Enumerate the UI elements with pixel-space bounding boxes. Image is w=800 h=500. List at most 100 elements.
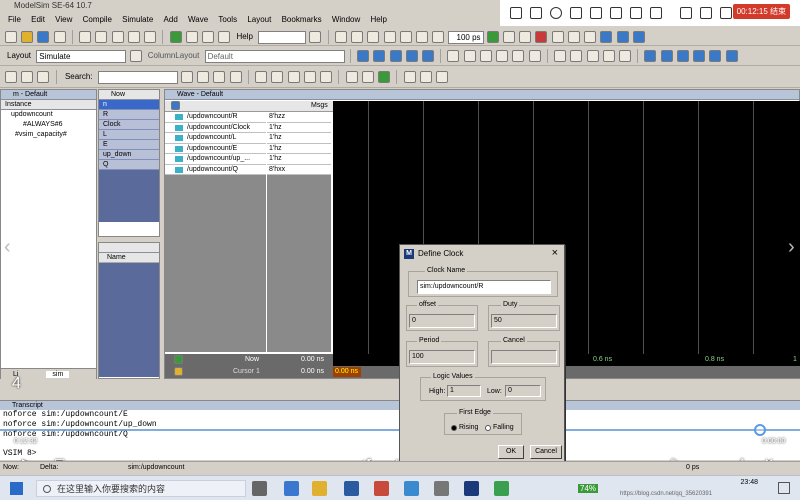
layout-select[interactable]: Simulate (36, 49, 127, 63)
battery-indicator[interactable]: 74% (578, 484, 599, 493)
copy-icon[interactable] (95, 31, 108, 43)
help-search-icon[interactable] (309, 31, 322, 43)
cursor-delete-icon[interactable] (479, 50, 492, 62)
text-icon[interactable] (590, 7, 602, 19)
memory-icon[interactable] (616, 31, 629, 43)
list-icon[interactable] (218, 31, 231, 43)
speaker-icon[interactable] (680, 7, 692, 19)
redo-icon[interactable] (144, 31, 157, 43)
objects-column-now[interactable]: Now (111, 91, 125, 98)
prev-arrow-icon[interactable]: ‹ (4, 236, 11, 259)
paste-icon[interactable] (111, 31, 124, 43)
cursor-lock-icon[interactable] (496, 50, 509, 62)
collapse-all-icon[interactable] (419, 71, 432, 83)
wave-signal-name[interactable]: /updowncount/R (165, 112, 266, 123)
rising-radio[interactable] (451, 425, 457, 431)
step-back-icon[interactable] (367, 31, 380, 43)
close-icon[interactable]: × (552, 248, 558, 259)
save-icon[interactable] (37, 31, 50, 43)
bookmark-icon[interactable] (512, 50, 525, 62)
circle-icon[interactable] (550, 7, 562, 19)
zoom-range-icon[interactable] (320, 71, 333, 83)
step-signal-icon[interactable] (5, 71, 17, 83)
collapse-icon[interactable] (725, 50, 738, 62)
camera-icon[interactable] (720, 7, 732, 19)
menu-layout[interactable]: Layout (247, 15, 271, 24)
wave-signal-name[interactable]: /updowncount/L (165, 133, 266, 144)
signal-move-icon[interactable] (405, 50, 418, 62)
cancel-button[interactable]: Cancel (530, 445, 562, 459)
menu-add[interactable]: Add (164, 15, 178, 24)
cursor-add-icon[interactable] (463, 50, 476, 62)
signal-add-icon[interactable] (357, 50, 370, 62)
find-rising-edge-icon[interactable] (693, 50, 706, 62)
step-signal-back-icon[interactable] (21, 71, 34, 83)
chevron-down-icon[interactable] (129, 50, 142, 62)
restart-icon[interactable] (351, 31, 364, 43)
search-next-icon[interactable] (213, 71, 226, 83)
menu-wave[interactable]: Wave (188, 15, 208, 24)
video-progress-knob[interactable] (754, 424, 766, 436)
object-item[interactable]: up_down (99, 150, 159, 160)
wave-signal-name[interactable]: /updowncount/up_... (165, 154, 266, 165)
menu-edit[interactable]: Edit (31, 15, 45, 24)
signal-insert-icon[interactable] (373, 50, 386, 62)
wave-menu-icon[interactable] (171, 101, 180, 111)
cursor-marker[interactable]: 0.00 ns (333, 367, 361, 377)
taskbar-clock[interactable]: 23:48 (740, 478, 758, 488)
object-item[interactable]: Clock (99, 120, 159, 130)
sync-icon[interactable] (528, 50, 541, 62)
help-search-input[interactable] (258, 30, 307, 44)
object-item[interactable]: R (99, 110, 159, 120)
instance-column-header[interactable]: Instance (1, 100, 96, 110)
find-next-edge-icon[interactable] (660, 50, 673, 62)
tree-item-updowncount[interactable]: updowncount (1, 110, 96, 120)
cut-icon[interactable] (79, 31, 92, 43)
high-input[interactable]: 1 (447, 385, 481, 397)
break-icon[interactable] (334, 31, 347, 43)
expand-icon[interactable] (709, 50, 722, 62)
file-explorer-icon[interactable] (312, 481, 327, 496)
wave-format-icon[interactable] (345, 71, 358, 83)
app-green-icon[interactable] (494, 481, 509, 496)
run-length-input[interactable]: 100 ps (447, 30, 484, 44)
windows-start-icon[interactable] (10, 482, 23, 495)
find-icon[interactable] (185, 31, 198, 43)
expand-all-icon[interactable] (403, 71, 416, 83)
step-out-icon[interactable] (584, 31, 597, 43)
app-gray-icon[interactable] (434, 481, 449, 496)
run-all-icon[interactable] (519, 31, 532, 43)
falling-radio[interactable] (485, 425, 491, 431)
compile-icon[interactable] (169, 31, 182, 43)
dataflow-icon[interactable] (632, 31, 645, 43)
period-input[interactable]: 100 (409, 350, 475, 364)
select-mode-icon[interactable] (554, 50, 567, 62)
menu-bookmarks[interactable]: Bookmarks (282, 15, 322, 24)
performance-icon[interactable] (600, 31, 613, 43)
recording-stop-button[interactable]: 00:12:15 结束 (732, 4, 790, 19)
menu-compile[interactable]: Compile (83, 15, 112, 24)
arrow-right-icon[interactable] (416, 31, 429, 43)
object-item[interactable]: Q (99, 160, 159, 170)
task-view-icon[interactable] (252, 481, 267, 496)
search-previous-icon[interactable] (197, 71, 210, 83)
find-previous-edge-icon[interactable] (644, 50, 657, 62)
pen-icon[interactable] (610, 7, 622, 19)
app-blue-icon[interactable] (404, 481, 419, 496)
menu-file[interactable]: File (8, 15, 21, 24)
step-over-icon[interactable] (567, 31, 580, 43)
menu-window[interactable]: Window (332, 15, 360, 24)
tree-item-vsim-capacity[interactable]: #vsim_capacity# (1, 130, 96, 140)
delete-icon[interactable] (650, 7, 662, 19)
menu-tools[interactable]: Tools (218, 15, 237, 24)
step-icon[interactable] (383, 31, 396, 43)
wave-signal-name[interactable]: /updowncount/Q (165, 164, 266, 175)
search-options-icon[interactable] (229, 71, 242, 83)
wave-group-icon[interactable] (435, 71, 448, 83)
app-l-icon[interactable] (344, 481, 359, 496)
ok-button[interactable]: OK (498, 445, 524, 459)
app-red-icon[interactable] (374, 481, 389, 496)
text-insert-icon[interactable] (447, 50, 460, 62)
wave-color-icon[interactable] (361, 71, 374, 83)
zoom-full-icon[interactable] (287, 71, 300, 83)
